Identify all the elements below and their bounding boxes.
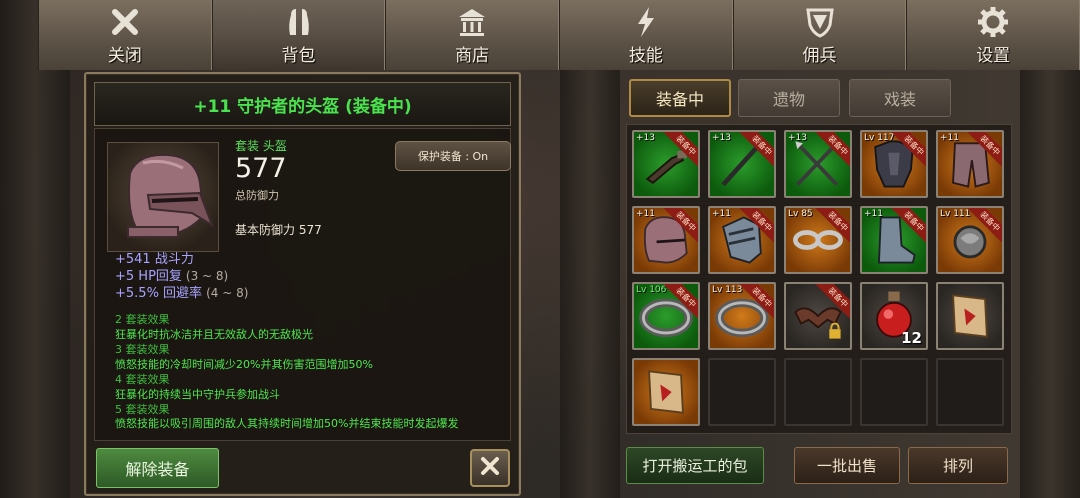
gear-icon [976,5,1010,39]
nav-tab-label: 设置 [976,45,1011,66]
slot-level-label: Lv 111 [940,209,971,219]
inventory-slot-empty[interactable] [784,358,852,426]
item-detail-body: 套装 头盔 577 总防御力 基本防御力 577 保护装备 : On +541 … [94,128,511,441]
background-pillar [1020,0,1080,498]
set-effect-desc: 狂暴化的持续当中守护兵参加战斗 [115,388,280,401]
slot-level-label: Lv 113 [712,285,743,295]
shop-temple-icon [455,5,489,39]
inventory-slot[interactable]: +11 装备中 [936,130,1004,198]
nav-tab-label: 佣兵 [802,45,837,66]
stat-line: +5.5% 回避率 (4 ~ 8) [115,282,248,301]
nav-tab-backpack[interactable]: 背包 [211,0,386,70]
nav-tab-shop[interactable]: 商店 [385,0,560,70]
background-pillar [560,0,620,498]
set-effect-desc: 狂暴化时抗冰洁并且无效敌人的无敌极光 [115,328,313,341]
background-pillar [0,0,70,498]
slot-quantity: 12 [901,329,922,347]
inventory-slot[interactable] [936,282,1004,350]
bulk-sell-button[interactable]: 一批出售 [794,447,900,484]
inventory-slot-empty[interactable] [708,358,776,426]
close-detail-button[interactable] [470,449,510,487]
protect-equipment-button[interactable]: 保护装备 : On [395,141,511,171]
stat-range: (3 ~ 8) [185,269,229,283]
base-defense-line: 基本防御力 577 [235,223,322,237]
set-effect-header: 4 套装效果 [115,373,170,386]
inventory-slot[interactable]: Lv 111 装备中 [936,206,1004,274]
open-porter-bag-button[interactable]: 打开搬运工的包 [626,447,764,484]
item-detail-panel: +11 守护者的头盔 (装备中) 套装 头盔 577 总防御力 基本防御力 57… [84,72,521,496]
slot-level-label: +13 [788,133,807,143]
unequip-button[interactable]: 解除装备 [96,448,219,488]
tab-equipped[interactable]: 装备中 [629,79,731,117]
nav-tab-close[interactable]: 关闭 [38,0,212,70]
inventory-slot[interactable]: +13 装备中 [632,130,700,198]
defense-value: 577 [235,153,287,184]
slot-level-label: Lv 85 [788,209,813,219]
inventory-slot-empty[interactable] [860,358,928,426]
helmet-icon [107,142,219,252]
sort-button[interactable]: 排列 [908,447,1008,484]
tab-relics[interactable]: 遗物 [738,79,840,117]
inventory-slot[interactable]: +11 装备中 [860,206,928,274]
set-effect-header: 3 套装效果 [115,343,170,356]
nav-tab-skills[interactable]: 技能 [559,0,733,70]
inventory-slot[interactable]: 装备中 [784,282,852,350]
slot-level-label: +13 [636,133,655,143]
inventory-slot[interactable]: Lv 113 装备中 [708,282,776,350]
stat-range: (4 ~ 8) [206,286,249,300]
inventory-slot[interactable] [632,358,700,426]
close-x-icon [108,5,142,39]
inventory-slot[interactable]: +13 装备中 [784,130,852,198]
defense-label: 总防御力 [235,189,279,202]
item-type-label: 套装 头盔 [235,139,287,153]
slot-level-label: +11 [940,133,959,143]
nav-tab-settings[interactable]: 设置 [906,0,1080,70]
stat-text: +5.5% 回避率 [115,286,203,301]
set-effect-header: 5 套装效果 [115,403,170,416]
slot-level-label: +11 [636,209,655,219]
set-effect-desc: 愤怒技能的冷却时间减少20%并其伤害范围增加50% [115,358,373,371]
set-effect-desc: 愤怒技能以吸引周围的敌人其持续时间增加50%并结束技能时发起爆发 [115,417,459,430]
nav-tab-label: 关闭 [107,45,142,66]
inventory-slot[interactable]: Lv 85 装备中 [784,206,852,274]
tab-costumes[interactable]: 戏装 [849,79,951,117]
shield-icon [803,5,837,39]
lightning-icon [629,5,663,39]
inventory-slot[interactable]: 12 [860,282,928,350]
nav-tab-mercenary[interactable]: 佣兵 [732,0,907,70]
item-title: +11 守护者的头盔 (装备中) [94,82,511,126]
slot-level-label: Lv 117 [864,133,895,143]
inventory-slot-empty[interactable] [936,358,1004,426]
slot-level-label: +13 [712,133,731,143]
inventory-slot[interactable]: Lv 117 装备中 [860,130,928,198]
top-navigation: 关闭 背包 商店 技能 佣兵 设置 [38,0,1080,70]
set-effect-header: 2 套装效果 [115,313,170,326]
inventory-slot[interactable]: Lv 106 装备中 [632,282,700,350]
nav-tab-label: 背包 [281,45,316,66]
inventory-slot[interactable]: +13 装备中 [708,130,776,198]
inventory-slot[interactable]: +11 装备中 [632,206,700,274]
slot-level-label: +11 [712,209,731,219]
inventory-slot[interactable]: +11 装备中 [708,206,776,274]
nav-tab-label: 商店 [455,45,490,66]
nav-tab-label: 技能 [628,45,663,66]
slot-level-label: Lv 106 [636,285,667,295]
close-x-icon [479,455,501,481]
backpack-icon [282,5,316,39]
slot-level-label: +11 [864,209,883,219]
